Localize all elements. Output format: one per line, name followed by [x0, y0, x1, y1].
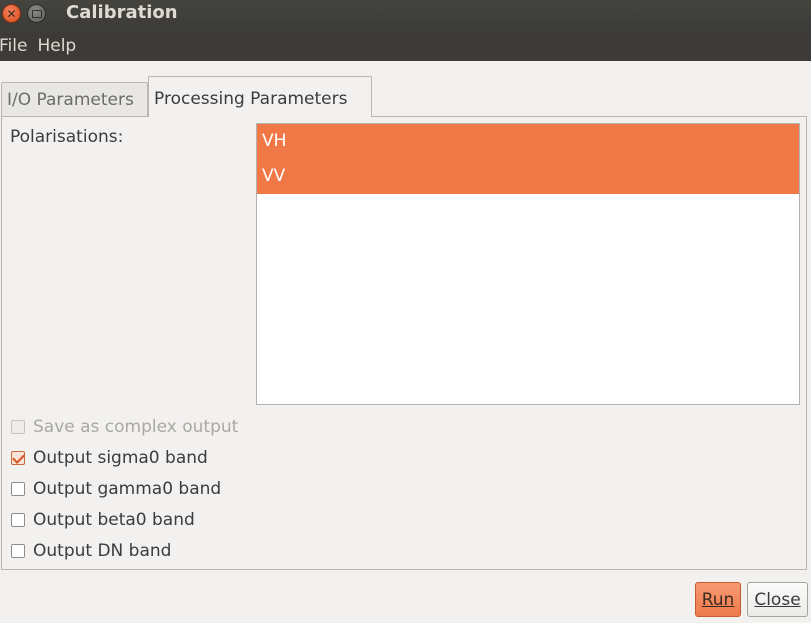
output-options: Save as complex output Output sigma0 ban… — [11, 411, 238, 566]
window-title: Calibration — [66, 2, 178, 23]
processing-parameters-panel: Polarisations: VH VV Save as complex out… — [1, 116, 807, 570]
output-sigma0-checkbox[interactable] — [11, 450, 25, 465]
save-complex-output-option: Save as complex output — [11, 411, 238, 442]
minimize-window-icon[interactable] — [27, 4, 46, 23]
close-button[interactable]: Close — [747, 582, 808, 617]
output-dn-label[interactable]: Output DN band — [33, 541, 171, 561]
save-complex-output-checkbox — [11, 419, 25, 434]
close-window-icon[interactable]: ✕ — [2, 4, 21, 23]
close-button-label: Close — [754, 589, 801, 610]
polarisations-label: Polarisations: — [10, 127, 124, 147]
run-button[interactable]: Run — [695, 582, 741, 617]
output-sigma0-label[interactable]: Output sigma0 band — [33, 448, 208, 468]
tab-io-parameters[interactable]: I/O Parameters — [1, 82, 148, 116]
polarisation-item-vv[interactable]: VV — [257, 159, 799, 194]
output-gamma0-option[interactable]: Output gamma0 band — [11, 473, 238, 504]
output-beta0-checkbox[interactable] — [11, 512, 25, 527]
output-beta0-option[interactable]: Output beta0 band — [11, 504, 238, 535]
run-button-label: Run — [701, 589, 735, 610]
menu-bar: File Help — [0, 30, 811, 61]
tab-processing-parameters[interactable]: Processing Parameters — [148, 76, 372, 117]
output-dn-checkbox[interactable] — [11, 543, 25, 558]
output-gamma0-label[interactable]: Output gamma0 band — [33, 479, 221, 499]
polarisation-item-vh[interactable]: VH — [257, 124, 799, 159]
output-beta0-label[interactable]: Output beta0 band — [33, 510, 195, 530]
menu-file[interactable]: File — [0, 36, 31, 56]
polarisations-list[interactable]: VH VV — [256, 123, 800, 405]
title-bar: ✕ Calibration — [0, 0, 811, 30]
output-sigma0-option[interactable]: Output sigma0 band — [11, 442, 238, 473]
output-dn-option[interactable]: Output DN band — [11, 535, 238, 566]
save-complex-output-label: Save as complex output — [33, 416, 239, 437]
menu-help[interactable]: Help — [37, 36, 80, 56]
output-gamma0-checkbox[interactable] — [11, 481, 25, 496]
